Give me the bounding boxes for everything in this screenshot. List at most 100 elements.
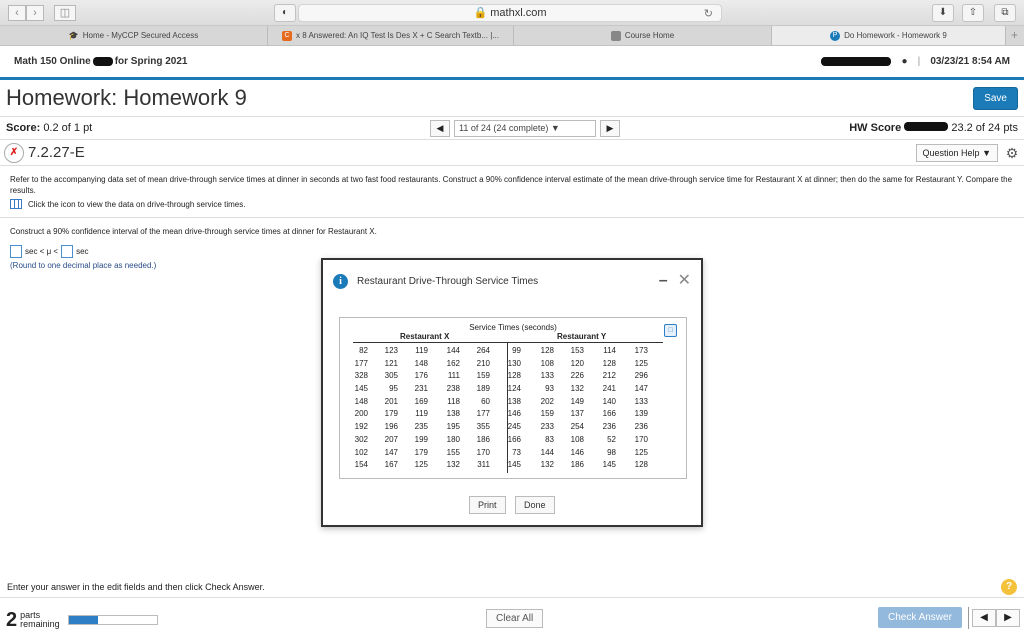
table-cell: 144 [446,346,460,355]
check-answer-button[interactable]: Check Answer [878,607,962,628]
table-cell: 173 [634,346,648,355]
course-title-prefix: Math 150 Online [14,56,91,67]
score-bar: Score: 0.2 of 1 pt ◀ 11 of 24 (24 comple… [0,116,1024,140]
question-help-button[interactable]: Question Help ▼ [915,143,998,162]
lower-bound-input[interactable] [10,245,22,258]
close-icon[interactable]: ✕ [678,273,691,289]
table-cell: 124 [507,384,521,394]
header-rule [353,342,663,343]
divider: | [917,56,921,67]
tab-chegg[interactable]: C x 8 Answered: An IQ Test Is Des X + C … [268,26,514,45]
table-cell: 159 [540,409,554,419]
table-row: 177 121 148 162 210 130 108 120 128 125 [340,359,686,372]
question-select[interactable]: 11 of 24 (24 complete) ▼ [454,120,596,137]
table-cell: 170 [634,434,648,444]
table-cell: 305 [384,371,398,381]
address-bar[interactable]: 🔒 mathxl.com ↻ [298,4,722,22]
save-button[interactable]: Save [973,86,1018,110]
table-cell: 236 [634,422,648,432]
table-cell: 180 [446,434,460,444]
clear-all-button[interactable]: Clear All [486,609,544,628]
table-cell: 302 [354,434,368,444]
upper-bound-input[interactable] [61,245,74,258]
table-cell: 128 [540,346,554,355]
gear-icon[interactable]: ⚙ [1004,145,1020,161]
table-cell: 83 [545,434,554,444]
data-link[interactable]: Click the icon to view the data on drive… [10,199,1014,209]
table-cell: 60 [481,396,490,406]
data-link-text: Click the icon to view the data on drive… [28,199,246,209]
question-select-value: 11 of 24 (24 complete) [459,123,549,133]
done-button[interactable]: Done [515,496,555,514]
table-cell: 82 [359,346,368,355]
table-cell: 167 [384,460,398,470]
table-cell: 138 [446,409,460,419]
course-title-suffix: for Spring 2021 [114,56,188,67]
table-cell: 148 [414,358,428,368]
next-question-button[interactable]: ▶ [600,120,620,137]
table-cell: 179 [384,409,398,419]
table-cell: 120 [570,358,584,368]
table-icon[interactable] [10,199,22,209]
minimize-icon[interactable]: – [659,273,668,289]
table-row: 82 123 119 144 264 99 128 153 114 173 [340,346,686,359]
lock-icon: 🔒 [473,7,488,19]
table-cell: 52 [607,434,616,444]
share-icon[interactable]: ⇧ [962,4,984,22]
print-button[interactable]: Print [469,496,506,514]
table-cell: 132 [540,460,554,470]
back-icon[interactable]: ‹ [8,5,26,21]
tab-course-home[interactable]: Course Home [514,26,772,45]
table-cell: 128 [602,358,616,368]
download-icon[interactable]: ⬇ [932,4,954,22]
table-cell: 102 [354,447,368,457]
table-cell: 147 [384,447,398,457]
help-icon[interactable]: ? [1001,578,1017,595]
instruction-text: Enter your answer in the edit fields and… [7,581,265,592]
page-icon [610,30,621,41]
table-cell: 189 [476,384,490,394]
table-cell: 355 [476,422,490,432]
tab-label: Course Home [624,31,675,40]
table-cell: 212 [602,371,616,381]
instruction-bar: Enter your answer in the edit fields and… [0,576,1024,598]
reload-icon[interactable]: ↻ [704,6,713,22]
graduation-cap-icon: 🎓 [68,31,79,40]
group-header-x: Restaurant X [400,332,450,341]
tab-do-homework[interactable]: P Do Homework - Homework 9 [772,26,1006,45]
table-cell: 254 [570,422,584,432]
new-tab-icon[interactable]: + [1006,26,1024,45]
table-cell: 119 [415,346,428,355]
sidebar-icon[interactable]: ◫ [54,5,76,21]
progress-fill [68,616,98,624]
dialog-header: i Restaurant Drive-Through Service Times… [323,260,701,302]
user-icon[interactable]: ● [901,56,907,67]
table-cell: 98 [607,447,616,457]
hw-score: HW Score 23.2 of 24 pts [849,122,1018,134]
table-cell: 170 [476,447,490,457]
table-cell: 155 [446,447,460,457]
table-cell: 133 [634,396,648,406]
question-prompt: Refer to the accompanying data set of me… [10,175,1013,195]
table-cell: 166 [507,434,521,444]
next-part-button[interactable]: ▶ [996,609,1020,627]
table-cell: 179 [414,447,428,457]
course-bar: Math 150 Online for Spring 2021 ● | 03/2… [0,46,1024,80]
tabs-overview-icon[interactable]: ⧉ [994,4,1016,22]
question-id: 7.2.27-E [28,144,85,161]
score-label: Score: [6,122,41,134]
table-cell: 119 [415,409,428,419]
previous-question-button[interactable]: ◀ [430,120,450,137]
shield-icon[interactable]: ◐ [274,4,296,22]
forward-icon[interactable]: › [26,5,44,21]
previous-part-button[interactable]: ◀ [972,609,996,627]
table-cell: 138 [507,396,521,406]
table-cell: 195 [446,422,460,432]
table-cell: 99 [512,346,521,355]
table-cell: 162 [446,358,460,368]
table-body: 82 123 119 144 264 99 128 153 114 173 177 121 148 162… [340,346,686,473]
table-cell: 123 [384,346,398,355]
table-row: 102 147 179 155 170 73 144 146 98 125 [340,448,686,461]
table-cell: 125 [414,460,428,470]
tab-myccp[interactable]: 🎓 Home - MyCCP Secured Access [0,26,268,45]
